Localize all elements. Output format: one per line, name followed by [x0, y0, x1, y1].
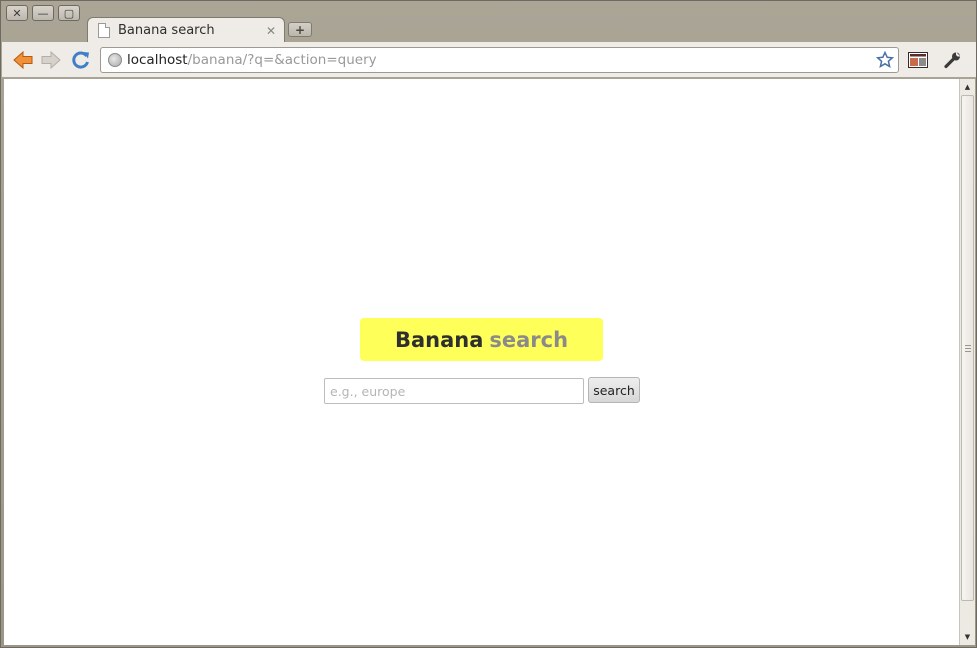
- url-text[interactable]: localhost/banana/?q=&action=query: [127, 52, 875, 68]
- forward-icon: [41, 51, 61, 69]
- search-button[interactable]: search: [588, 377, 640, 403]
- window-maximize-button[interactable]: ▢: [58, 5, 80, 21]
- address-bar[interactable]: localhost/banana/?q=&action=query: [100, 47, 899, 73]
- logo: Banana search: [360, 318, 603, 361]
- scroll-up-arrow-icon[interactable]: ▲: [960, 80, 975, 94]
- forward-button[interactable]: [40, 49, 62, 71]
- back-icon: [13, 51, 33, 69]
- scrollbar-thumb[interactable]: [961, 95, 974, 601]
- page-icon: [98, 23, 110, 38]
- window-close-button[interactable]: ✕: [6, 5, 28, 21]
- toolbar: localhost/banana/?q=&action=query: [2, 42, 976, 78]
- scrollbar-grip-icon: [965, 345, 971, 352]
- logo-word-banana: Banana: [394, 327, 484, 352]
- url-path: /banana/?q=&action=query: [187, 52, 377, 68]
- page-content: Bananasearch search: [4, 79, 959, 645]
- tab-banana-search[interactable]: Banana search ✕: [87, 17, 285, 43]
- scroll-down-arrow-icon[interactable]: ▼: [960, 630, 975, 644]
- search-input[interactable]: [324, 378, 584, 404]
- new-tab-button[interactable]: +: [288, 22, 312, 37]
- extension-icon[interactable]: [907, 50, 929, 70]
- globe-icon: [108, 53, 122, 67]
- reload-button[interactable]: [70, 49, 92, 71]
- back-button[interactable]: [12, 49, 34, 71]
- window-minimize-button[interactable]: —: [32, 5, 54, 21]
- wrench-icon[interactable]: [942, 50, 964, 70]
- reload-icon: [72, 51, 89, 69]
- browser-window: ✕ — ▢ Banana search ✕ + localhost/banana…: [0, 0, 977, 648]
- bookmark-star-icon[interactable]: [875, 50, 895, 70]
- tab-title: Banana search: [118, 23, 215, 38]
- vertical-scrollbar[interactable]: ▲ ▼: [959, 79, 975, 645]
- tab-close-icon[interactable]: ✕: [266, 24, 276, 38]
- url-host: localhost: [127, 52, 188, 68]
- logo-word-search: search: [489, 327, 569, 352]
